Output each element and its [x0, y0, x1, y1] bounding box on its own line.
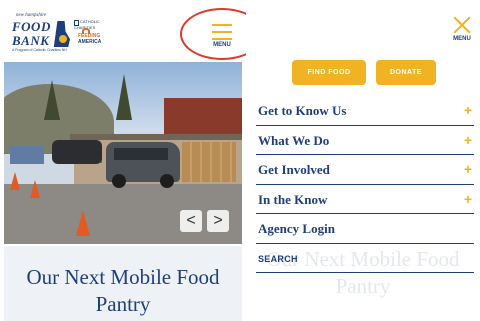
expand-plus-icon[interactable]: +	[464, 161, 472, 177]
menu-item-search[interactable]: SEARCH	[256, 244, 474, 273]
nav-menu: Get to Know Us + What We Do + Get Involv…	[256, 96, 474, 273]
partner-logos: CATHOLIC CHARITIES FEEDING AMERICA	[74, 19, 108, 54]
traffic-cone	[30, 180, 40, 198]
menu-item-get-involved[interactable]: Get Involved +	[256, 155, 474, 185]
menu-label: MENU	[453, 36, 471, 42]
logo-bank-text: BANK	[12, 33, 50, 48]
find-food-button[interactable]: FIND FOOD	[292, 60, 366, 85]
photo-wheel	[112, 174, 126, 188]
donate-button[interactable]: DONATE	[376, 60, 436, 85]
expand-plus-icon[interactable]: +	[464, 102, 472, 118]
menu-item-get-to-know-us[interactable]: Get to Know Us +	[256, 96, 474, 126]
menu-item-label: SEARCH	[258, 253, 298, 264]
menu-item-in-the-know[interactable]: In the Know +	[256, 185, 474, 214]
photo-wheel	[160, 174, 174, 188]
carousel-next-button[interactable]: >	[207, 210, 229, 232]
menu-item-label: Get Involved	[258, 162, 330, 177]
hero-title: Our Next Mobile Food Pantry	[4, 246, 242, 321]
menu-item-label: Agency Login	[258, 221, 335, 236]
menu-item-agency-login[interactable]: Agency Login	[256, 214, 474, 244]
photo-food-boxes	[182, 142, 236, 182]
traffic-cone	[10, 172, 20, 190]
carousel-prev-button[interactable]: <	[180, 210, 202, 232]
expand-plus-icon[interactable]: +	[464, 132, 472, 148]
photo-pallet	[10, 146, 44, 164]
photo-tree	[44, 80, 60, 120]
expand-plus-icon[interactable]: +	[464, 191, 472, 207]
menu-item-label: In the Know	[258, 191, 328, 207]
menu-close-button[interactable]: MENU	[450, 14, 474, 44]
feeding-america-logo: FEEDING AMERICA	[78, 33, 102, 45]
photo-van-window	[114, 148, 168, 160]
food-bank-logo[interactable]: new hampshire FOOD BANK A Program of Cat…	[12, 13, 70, 55]
traffic-cone	[76, 210, 90, 236]
america-text: AMERICA	[78, 38, 102, 45]
open-menu-view: Our Next Mobile Food Pantry MENU FIND FO…	[246, 0, 480, 321]
photo-car	[52, 140, 102, 164]
menu-item-label: What We Do	[258, 132, 330, 148]
new-hampshire-map-icon	[53, 21, 70, 47]
photo-tree	[116, 74, 132, 120]
hero-carousel-image: < >	[4, 62, 242, 244]
photo-van	[106, 142, 180, 188]
menu-item-what-we-do[interactable]: What We Do +	[256, 126, 474, 155]
menu-item-label: Get to Know Us	[258, 103, 347, 118]
logo-tagline: A Program of Catholic Charities NH	[12, 48, 67, 52]
catholic-charities-logo: CATHOLIC CHARITIES	[74, 19, 108, 31]
logo-state-text: new hampshire	[16, 13, 47, 18]
logo-dot-icon	[59, 35, 67, 43]
